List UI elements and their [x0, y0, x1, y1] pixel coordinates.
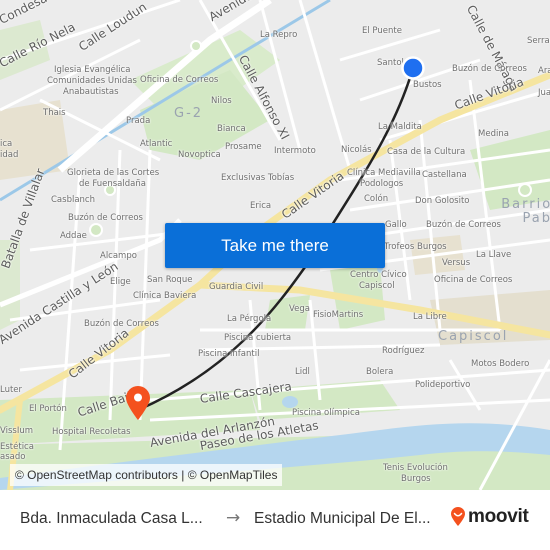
- poi-label: Gallo: [385, 220, 407, 230]
- poi-label: Serrano: [527, 36, 550, 46]
- poi-label: Santol: [377, 58, 404, 68]
- poi-label: Addae: [60, 231, 87, 241]
- poi-label: Clínica Mediavilla: [347, 168, 421, 178]
- poi-label: Luter: [0, 385, 23, 395]
- poi-label: Estética: [0, 442, 34, 452]
- take-me-there-button[interactable]: Take me there: [165, 223, 385, 268]
- origin-marker-icon[interactable]: [401, 56, 425, 80]
- poi-label: Capiscol: [359, 281, 395, 291]
- district-label: Barrio San Pablo: [501, 197, 550, 227]
- poi-label: Hospital Recoletas: [52, 427, 131, 437]
- poi-label: Piscina olímpica: [292, 408, 360, 418]
- destination-marker-icon[interactable]: [124, 385, 152, 421]
- origin-name: Bda. Inmaculada Casa L...: [20, 510, 203, 527]
- poi-label: Bolera: [366, 367, 394, 377]
- poi-label: Oficina de Correos: [140, 75, 219, 85]
- poi-label: Nicolás: [341, 145, 372, 155]
- poi-label: Juan: [538, 88, 550, 98]
- poi-label: Thais: [43, 108, 66, 118]
- poi-label: Anabautistas: [63, 87, 119, 97]
- poi-label: Buzón de Correos: [426, 220, 501, 230]
- poi-label: Bianca: [217, 124, 246, 134]
- poi-label: El Portón: [29, 404, 67, 414]
- poi-label: La Llave: [476, 250, 512, 260]
- poi-label: Nilos: [211, 96, 232, 106]
- poi-label: Vega: [289, 304, 310, 314]
- poi-label: La Maldita: [378, 122, 422, 132]
- moovit-logo: moovit: [450, 506, 529, 528]
- poi-label: Burgos: [401, 474, 431, 484]
- poi-label: Guardia Civil: [209, 282, 264, 292]
- destination-name: Estadio Municipal De El...: [254, 510, 431, 527]
- poi-label: La Pérgola: [227, 314, 272, 324]
- poi-label: Centro Cívico: [350, 270, 407, 280]
- poi-label: VissIum: [0, 426, 34, 436]
- poi-label: Casblanch: [51, 195, 95, 205]
- poi-label: Trofeos Burgos: [384, 242, 447, 252]
- poi-label: Colón: [364, 194, 389, 204]
- poi-label: Tenis Evolución: [383, 463, 448, 473]
- poi-label: Rodríguez: [382, 346, 425, 356]
- poi-label: Polideportivo: [415, 380, 471, 390]
- poi-label: Prosame: [225, 142, 262, 152]
- poi-label: de Fuensaldaña: [79, 179, 146, 189]
- poi-label: Bustos: [413, 80, 442, 90]
- poi-label: La Libre: [413, 312, 447, 322]
- poi-label: Versus: [442, 258, 471, 268]
- poi-label: Motos Bodero: [471, 359, 530, 369]
- poi-label: Elige: [110, 277, 131, 287]
- poi-label: Podologos: [360, 179, 404, 189]
- poi-label: idad: [0, 150, 19, 160]
- poi-label: Atlantic: [140, 139, 173, 149]
- moovit-wordmark: moovit: [468, 506, 529, 527]
- poi-label: Piscina cubierta: [224, 333, 292, 343]
- poi-label: Iglesia Evangélica: [54, 65, 131, 75]
- poi-label: Castellana: [422, 170, 467, 180]
- poi-label: Buzón de Correos: [452, 64, 527, 74]
- poi-label: Piscina infantil: [198, 349, 260, 359]
- poi-label: Prada: [126, 116, 151, 126]
- map-attribution[interactable]: © OpenStreetMap contributors | © OpenMap…: [10, 464, 283, 486]
- poi-label: Casa de la Cultura: [387, 147, 466, 157]
- poi-label: asado: [0, 452, 26, 462]
- poi-label: Exclusivas Tobías: [221, 173, 295, 183]
- poi-label: Buzón de Correos: [84, 319, 159, 329]
- poi-label: La Repro: [260, 30, 298, 40]
- poi-label: Oficina de Correos: [434, 275, 513, 285]
- poi-label: Aran: [538, 66, 550, 76]
- poi-label: ica: [0, 139, 13, 149]
- poi-label: El Puente: [362, 26, 402, 36]
- poi-label: Intermoto: [274, 146, 316, 156]
- district-label: Capiscol: [438, 329, 509, 344]
- arrow-right-icon: →: [226, 508, 241, 528]
- poi-label: San Roque: [147, 275, 193, 285]
- moovit-pin-icon: [451, 507, 465, 526]
- poi-label: Lidl: [295, 367, 310, 377]
- poi-label: Comunidades Unidas: [47, 76, 137, 86]
- poi-label: Buzón de Correos: [68, 213, 143, 223]
- poi-label: Glorieta de las Cortes: [67, 168, 160, 178]
- poi-label: Novoptica: [178, 150, 221, 160]
- poi-label: Erica: [250, 201, 272, 211]
- poi-label: FisioMartins: [313, 310, 364, 320]
- poi-label: Don Golosito: [415, 196, 470, 206]
- map[interactable]: Calle Condesa Mencía Calle Río Nela Call…: [0, 0, 550, 490]
- poi-label: Medina: [478, 129, 509, 139]
- poi-label: Alcampo: [100, 251, 137, 261]
- district-label: G-2: [174, 106, 204, 121]
- poi-label: Clínica Baviera: [133, 291, 197, 301]
